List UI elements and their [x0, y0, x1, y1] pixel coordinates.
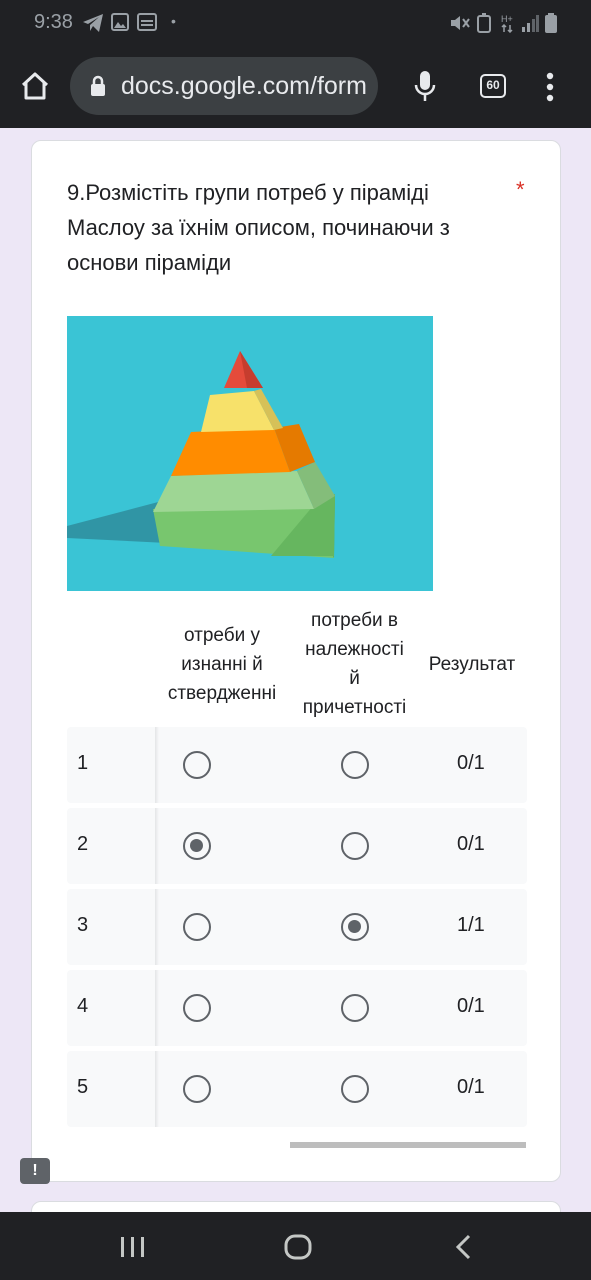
row-score: 1/1	[457, 914, 485, 936]
status-bar: 9:38 • H+	[0, 0, 591, 46]
radio-row5-col2[interactable]	[341, 1075, 369, 1103]
radio-row1-col1[interactable]	[183, 751, 211, 779]
required-asterisk: *	[516, 177, 525, 202]
svg-text:H+: H+	[501, 14, 513, 24]
row-label: 5	[77, 1076, 89, 1098]
battery-saver-icon	[477, 13, 491, 33]
row-divider	[155, 727, 159, 803]
home-nav-icon[interactable]	[284, 1234, 312, 1260]
row-label: 4	[77, 995, 89, 1017]
battery-icon	[545, 13, 557, 33]
row-label: 3	[77, 914, 89, 936]
row-divider	[155, 970, 159, 1046]
network-type-icon: H+	[501, 14, 513, 33]
row-score: 0/1	[457, 752, 485, 774]
mute-icon	[451, 16, 470, 30]
telegram-icon	[83, 14, 103, 32]
radio-row4-col2[interactable]	[341, 994, 369, 1022]
image-icon	[111, 13, 129, 31]
home-icon[interactable]	[20, 72, 50, 100]
horizontal-scrollbar[interactable]	[290, 1142, 526, 1148]
gallery-icon	[137, 13, 157, 31]
radio-row3-col1[interactable]	[183, 913, 211, 941]
question-title: 9.Розмістіть групи потреб у піраміді Мас…	[67, 180, 450, 275]
grid-row: 3 1/1	[67, 889, 527, 965]
column-header-2: потреби в належності й причетності	[302, 610, 407, 718]
more-vert-icon[interactable]	[545, 72, 555, 102]
grid-row: 4 0/1	[67, 970, 527, 1046]
radio-row1-col2[interactable]	[341, 751, 369, 779]
report-feedback-icon[interactable]: !	[20, 1158, 50, 1184]
radio-row5-col1[interactable]	[183, 1075, 211, 1103]
row-label: 2	[77, 833, 89, 855]
dot-icon: •	[171, 13, 176, 29]
grid-row: 5 0/1	[67, 1051, 527, 1127]
url-text[interactable]: docs.google.com/form	[121, 72, 367, 101]
radio-row2-col2[interactable]	[341, 832, 369, 860]
column-header-result: Результат	[428, 654, 516, 675]
row-score: 0/1	[457, 1076, 485, 1098]
row-divider	[155, 1051, 159, 1127]
row-score: 0/1	[457, 995, 485, 1017]
row-label: 1	[77, 752, 89, 774]
row-divider	[155, 808, 159, 884]
grid-row: 1 0/1	[67, 727, 527, 803]
lock-icon[interactable]	[90, 75, 106, 97]
status-time: 9:38	[34, 11, 73, 33]
row-score: 0/1	[457, 833, 485, 855]
radio-row3-col2[interactable]	[341, 913, 369, 941]
mic-icon[interactable]	[413, 70, 437, 104]
back-icon[interactable]	[455, 1234, 473, 1260]
row-divider	[155, 889, 159, 965]
grid-row: 2 0/1	[67, 808, 527, 884]
column-header-1: отреби у изнанні й ствердженні	[167, 625, 277, 704]
question-card: 9.Розмістіть групи потреб у піраміді Мас…	[31, 140, 561, 1182]
pyramid-image	[67, 316, 433, 591]
browser-toolbar: docs.google.com/form 60	[0, 46, 591, 128]
signal-icon	[522, 15, 539, 32]
recent-apps-icon[interactable]	[120, 1236, 146, 1258]
radio-row4-col1[interactable]	[183, 994, 211, 1022]
radio-row2-col1[interactable]	[183, 832, 211, 860]
system-nav-bar	[0, 1212, 591, 1280]
tabs-switcher-button[interactable]: 60	[480, 74, 506, 98]
address-bar[interactable]: docs.google.com/form	[70, 57, 378, 115]
